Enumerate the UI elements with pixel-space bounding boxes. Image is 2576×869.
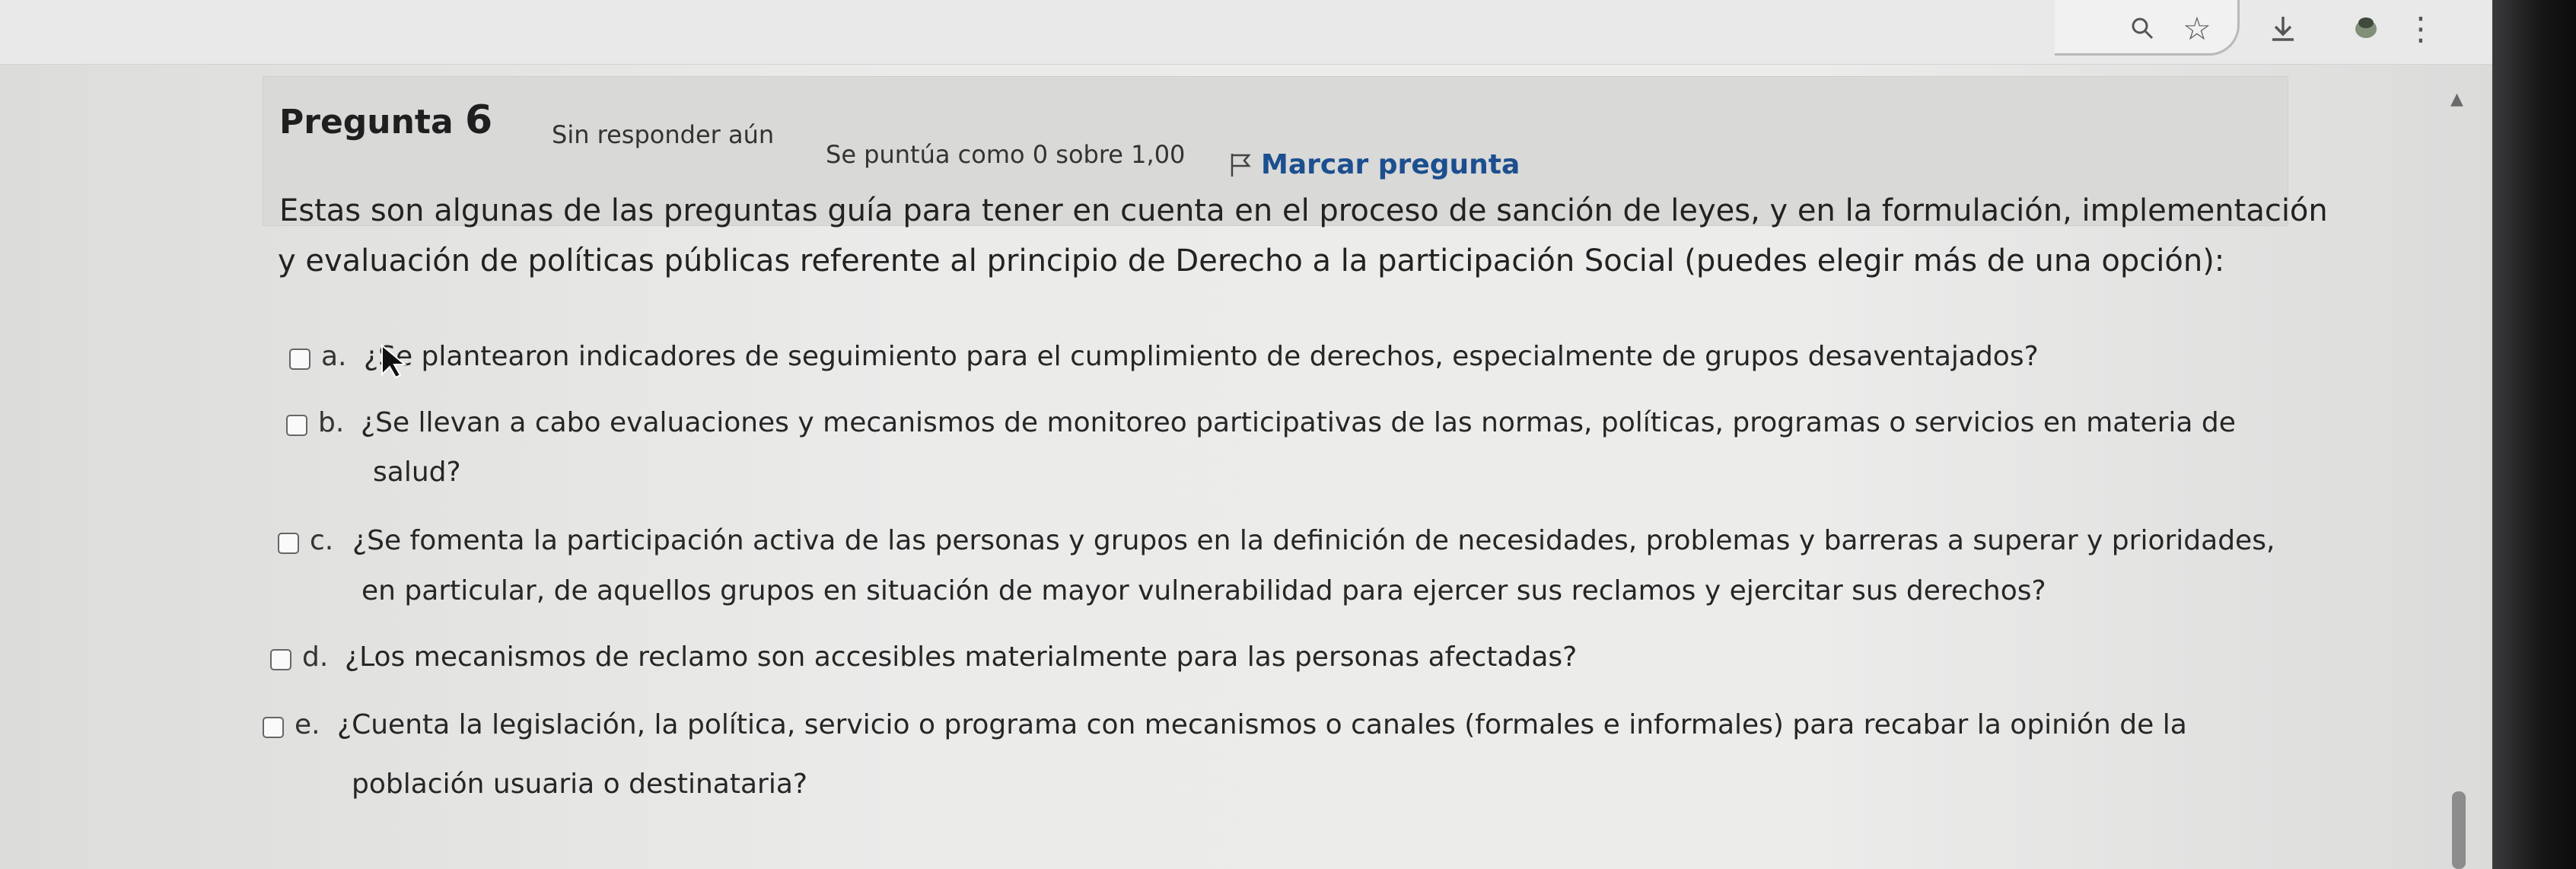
option-a-text: ¿Se plantearon indicadores de seguimient… [364,341,2039,372]
question-grade: Se puntúa como 0 sobre 1,00 [826,140,1186,169]
option-d-letter: d. [302,641,329,673]
option-b[interactable]: b. ¿Se llevan a cabo evaluaciones y meca… [286,407,2236,438]
option-e-text-line-2: población usuaria o destinataria? [352,769,807,800]
option-e[interactable]: e. ¿Cuenta la legislación, la política, … [263,709,2187,740]
download-icon[interactable] [2264,6,2302,52]
option-c-text-line-2: en particular, de aquellos grupos en sit… [361,575,2046,606]
mouse-cursor-icon [379,343,412,382]
scroll-up-arrow-icon[interactable]: ▲ [2450,90,2463,109]
option-b-letter: b. [318,407,345,438]
extension-icon[interactable] [2344,6,2390,52]
option-b-checkbox[interactable] [286,415,307,436]
option-d[interactable]: d. ¿Los mecanismos de reclamo son accesi… [270,641,1577,673]
option-c-letter: c. [310,525,334,556]
option-e-checkbox[interactable] [263,717,284,738]
option-a-checkbox[interactable] [289,349,310,370]
option-c[interactable]: c. ¿Se fomenta la participación activa d… [278,525,2275,556]
question-title-label: Pregunta [279,103,454,142]
question-status: Sin responder aún [552,120,775,149]
zoom-icon[interactable] [2123,6,2161,52]
browser-toolbar: ☆ ⋮ [0,0,2576,65]
scrollbar-thumb[interactable] [2452,791,2466,869]
screen-bezel [2492,0,2576,869]
option-a[interactable]: a. ¿Se plantearon indicadores de seguimi… [289,341,2039,372]
quiz-page: ☆ ⋮ Pregunta 6 Sin responder aún Se punt… [0,0,2576,869]
question-title: Pregunta 6 [279,97,492,143]
option-e-text: ¿Cuenta la legislación, la política, ser… [337,709,2187,740]
option-d-checkbox[interactable] [270,649,291,670]
option-b-text-line-2: salud? [373,457,461,488]
option-d-text: ¿Los mecanismos de reclamo son accesible… [345,641,1578,673]
flag-question-label: Marcar pregunta [1261,149,1520,180]
star-icon[interactable]: ☆ [2178,6,2216,52]
option-c-text: ¿Se fomenta la participación activa de l… [352,525,2275,556]
menu-icon[interactable]: ⋮ [2405,6,2437,52]
option-c-checkbox[interactable] [278,533,299,554]
flag-icon [1229,152,1252,178]
question-text-line-2: y evaluación de políticas públicas refer… [278,244,2225,279]
option-b-text: ¿Se llevan a cabo evaluaciones y mecanis… [361,407,2236,438]
option-a-letter: a. [321,341,347,372]
question-text-line-1: Estas son algunas de las preguntas guía … [279,193,2328,228]
flag-question-link[interactable]: Marcar pregunta [1229,149,1520,180]
option-e-letter: e. [295,709,320,740]
question-number: 6 [465,97,493,143]
